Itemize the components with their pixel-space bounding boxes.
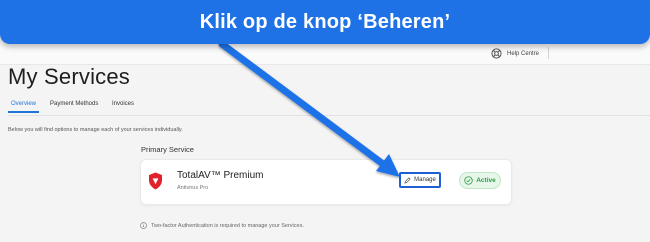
header-divider: [548, 47, 549, 59]
help-centre-link[interactable]: Help Centre: [491, 48, 539, 59]
instruction-banner: Klik op de knop ‘Beheren’: [0, 0, 650, 44]
tab-payment-methods[interactable]: Payment Methods: [50, 101, 98, 107]
tab-overview[interactable]: Overview: [7, 101, 40, 113]
twofa-notice-text: Two-factor Authentication is required to…: [151, 222, 304, 229]
twofa-notice: Two-factor Authentication is required to…: [140, 222, 304, 229]
lifebuoy-icon: [491, 48, 502, 59]
status-badge: Active: [459, 172, 501, 189]
check-circle-icon: [464, 176, 473, 185]
status-label: Active: [476, 177, 496, 184]
product-subtitle: Antivirus Pro: [177, 185, 209, 191]
manage-button-label: Manage: [414, 177, 436, 183]
section-title: Primary Service: [141, 145, 194, 154]
top-bar: [0, 42, 650, 65]
info-icon: [140, 222, 147, 229]
service-card: [140, 159, 512, 205]
manage-button[interactable]: Manage: [399, 172, 441, 188]
shield-icon: [149, 172, 162, 190]
pencil-icon: [404, 176, 411, 184]
tab-invoices[interactable]: Invoices: [112, 101, 134, 107]
instruction-banner-text: Klik op de knop ‘Beheren’: [199, 10, 451, 33]
help-centre-label: Help Centre: [507, 50, 540, 57]
product-name: TotalAV™ Premium: [177, 170, 264, 181]
intro-text: Below you will find options to manage ea…: [8, 127, 183, 133]
page-title: My Services: [8, 64, 130, 89]
tab-bar: Overview Payment Methods Invoices: [7, 99, 650, 116]
